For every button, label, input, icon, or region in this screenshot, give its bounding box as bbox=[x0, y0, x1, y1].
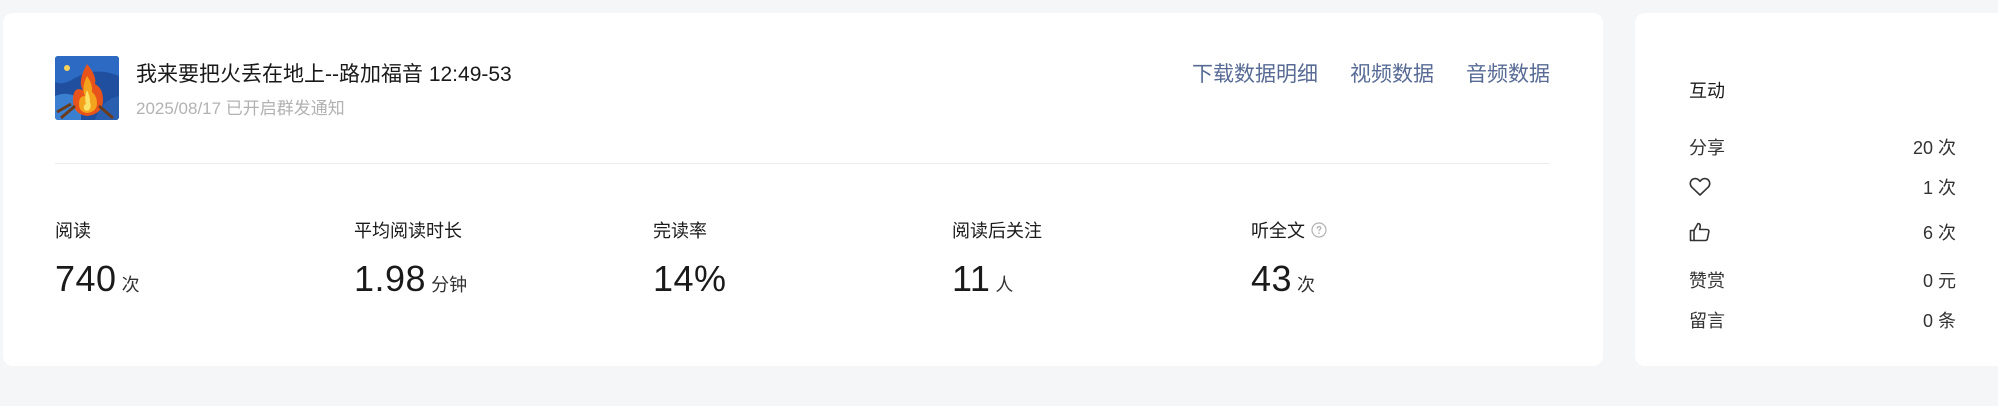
download-details-link[interactable]: 下载数据明细 bbox=[1192, 58, 1318, 88]
stat-unit: 次 bbox=[1297, 275, 1316, 295]
interaction-title: 互动 bbox=[1689, 81, 1725, 101]
like-value: 1 次 bbox=[1922, 178, 1956, 198]
share-label: 分享 bbox=[1689, 138, 1725, 158]
interaction-row-reward: 赞赏 0 元 bbox=[1689, 267, 1956, 293]
article-thumbnail[interactable] bbox=[55, 56, 119, 120]
heart-icon bbox=[1689, 177, 1711, 197]
stat-value: 740 bbox=[55, 258, 117, 299]
stat-value: 14% bbox=[653, 258, 727, 299]
article-publish-meta: 2025/08/17 已开启群发通知 bbox=[136, 99, 345, 118]
stat-unit: 次 bbox=[121, 275, 140, 295]
stat-completion-rate: 完读率 14% bbox=[653, 218, 732, 300]
data-links: 下载数据明细 视频数据 音频数据 bbox=[1192, 58, 1550, 88]
share-value: 20 次 bbox=[1912, 138, 1956, 158]
stat-value: 43 bbox=[1251, 258, 1293, 299]
interaction-row-like: 1 次 bbox=[1689, 174, 1956, 200]
thumbs-up-value: 6 次 bbox=[1922, 223, 1956, 243]
stat-label: 平均阅读时长 bbox=[354, 221, 462, 241]
divider bbox=[55, 163, 1550, 164]
stat-avg-read-time: 平均阅读时长 1.98 分钟 bbox=[354, 218, 467, 300]
stat-label: 听全文 bbox=[1251, 221, 1305, 241]
interaction-row-thumbs-up: 6 次 bbox=[1689, 219, 1956, 245]
stat-label: 完读率 bbox=[653, 221, 707, 241]
thumbs-up-icon bbox=[1689, 222, 1711, 242]
question-circle-icon[interactable] bbox=[1311, 222, 1327, 238]
stat-reads: 阅读 740 次 bbox=[55, 218, 140, 300]
stat-unit: 分钟 bbox=[431, 275, 468, 295]
interaction-row-share: 分享 20 次 bbox=[1689, 134, 1956, 160]
stat-label: 阅读 bbox=[55, 221, 91, 241]
stat-follows-after-read: 阅读后关注 11 人 bbox=[952, 218, 1042, 300]
fire-painting-thumbnail-icon bbox=[55, 56, 119, 120]
article-title[interactable]: 我来要把火丢在地上--路加福音 12:49-53 bbox=[136, 58, 512, 88]
stat-label: 阅读后关注 bbox=[952, 221, 1042, 241]
stat-listen-full: 听全文 43 次 bbox=[1251, 218, 1327, 300]
stat-value: 11 bbox=[952, 258, 991, 299]
article-stats-card: 我来要把火丢在地上--路加福音 12:49-53 2025/08/17 已开启群… bbox=[3, 13, 1603, 366]
interaction-card: 互动 分享 20 次 1 次 6 次 赞赏 0 元 留言 0 条 bbox=[1635, 13, 1998, 366]
audio-data-link[interactable]: 音频数据 bbox=[1466, 58, 1550, 88]
comments-value: 0 条 bbox=[1922, 311, 1956, 331]
video-data-link[interactable]: 视频数据 bbox=[1350, 58, 1434, 88]
stat-value: 1.98 bbox=[354, 258, 427, 299]
comments-label: 留言 bbox=[1689, 311, 1725, 331]
stat-unit: 人 bbox=[995, 275, 1014, 295]
interaction-row-comments: 留言 0 条 bbox=[1689, 307, 1956, 333]
reward-value: 0 元 bbox=[1922, 271, 1956, 291]
reward-label: 赞赏 bbox=[1689, 271, 1725, 291]
